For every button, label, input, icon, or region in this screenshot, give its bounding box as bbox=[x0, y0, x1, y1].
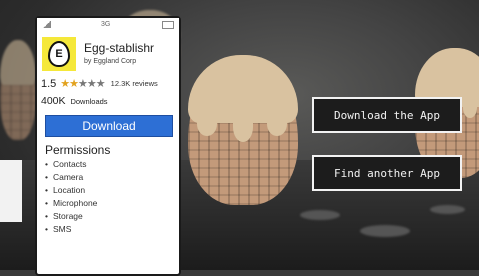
egg-lamp-left bbox=[0, 40, 36, 140]
permission-item: Contacts bbox=[45, 158, 97, 171]
download-count-label: Downloads bbox=[70, 97, 108, 106]
battery-icon bbox=[162, 21, 174, 29]
permission-item: Location bbox=[45, 184, 97, 197]
download-count: 400K Downloads bbox=[41, 95, 108, 107]
star-icon: ★ bbox=[60, 78, 70, 90]
rating-value: 1.5 bbox=[41, 77, 57, 90]
download-the-app-button[interactable]: Download the App bbox=[312, 97, 462, 133]
signal-icon bbox=[43, 21, 51, 28]
network-label: 3G bbox=[101, 21, 111, 28]
star-icon: ★ bbox=[95, 78, 106, 90]
find-another-app-button[interactable]: Find another App bbox=[312, 155, 462, 191]
star-half-icon: ★ bbox=[69, 78, 79, 90]
rock bbox=[430, 205, 465, 214]
permission-item: Microphone bbox=[45, 197, 97, 210]
permission-item: SMS bbox=[45, 223, 97, 236]
app-name: Egg-stablishr bbox=[84, 41, 155, 55]
app-icon: E bbox=[42, 37, 76, 71]
review-count: 12.3K reviews bbox=[110, 79, 158, 88]
download-button[interactable]: Download bbox=[45, 115, 173, 137]
background-panel bbox=[0, 160, 22, 222]
rating-row: 1.5 ★★★★★ 12.3K reviews bbox=[41, 77, 158, 91]
rock bbox=[300, 210, 340, 220]
app-company: by Eggland Corp bbox=[84, 58, 137, 65]
rock bbox=[360, 225, 410, 237]
egg-lamp-center bbox=[188, 55, 298, 205]
star-icon: ★ bbox=[78, 78, 88, 90]
status-bar: 3G bbox=[37, 18, 179, 32]
permissions-list: Contacts Camera Location Microphone Stor… bbox=[45, 158, 97, 236]
star-rating: ★★★★★ bbox=[60, 77, 106, 90]
permissions-title: Permissions bbox=[45, 143, 111, 157]
egg-logo-icon: E bbox=[48, 41, 70, 67]
star-icon: ★ bbox=[86, 78, 97, 90]
permission-item: Storage bbox=[45, 210, 97, 223]
phone-mockup: 3G E Egg-stablishr by Eggland Corp 1.5 ★… bbox=[35, 16, 181, 276]
download-count-value: 400K bbox=[41, 95, 66, 107]
permission-item: Camera bbox=[45, 171, 97, 184]
